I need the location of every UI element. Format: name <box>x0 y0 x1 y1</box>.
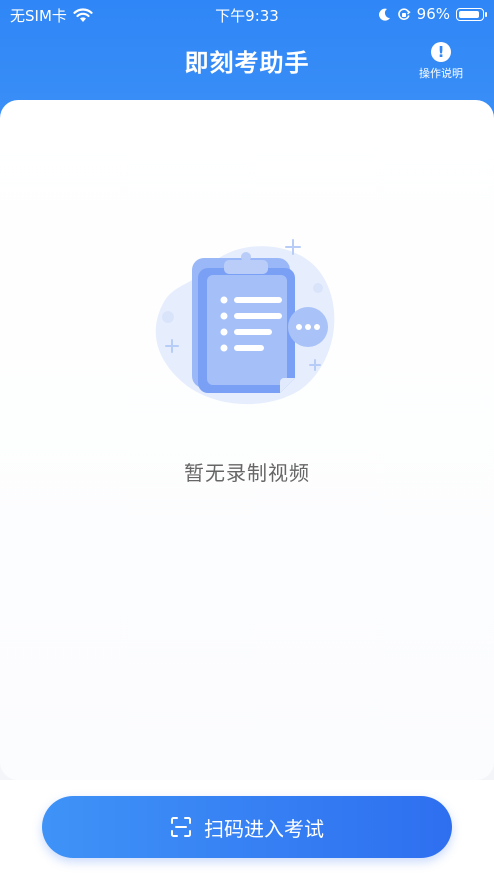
battery-icon <box>456 7 487 21</box>
orientation-lock-icon <box>397 8 411 20</box>
status-right: 96% <box>378 5 487 23</box>
status-bar: 无SIM卡 下午9:33 96% <box>0 0 494 30</box>
help-label: 操作说明 <box>419 67 463 80</box>
help-button[interactable]: ! 操作说明 <box>416 42 466 81</box>
scan-icon <box>171 817 191 837</box>
info-icon: ! <box>431 42 451 62</box>
battery-tip <box>485 11 487 17</box>
scan-button-label: 扫码进入考试 <box>204 816 324 841</box>
empty-state-message: 暂无录制视频 <box>184 461 310 485</box>
content-card: 暂无录制视频 <box>0 100 494 780</box>
scan-enter-exam-button[interactable]: 扫码进入考试 <box>42 796 452 858</box>
bottom-bar: 扫码进入考试 <box>0 780 494 880</box>
battery-percent: 96% <box>416 5 450 23</box>
moon-icon <box>378 8 390 21</box>
battery-fill <box>459 10 479 18</box>
empty-clipboard-icon <box>155 239 335 405</box>
